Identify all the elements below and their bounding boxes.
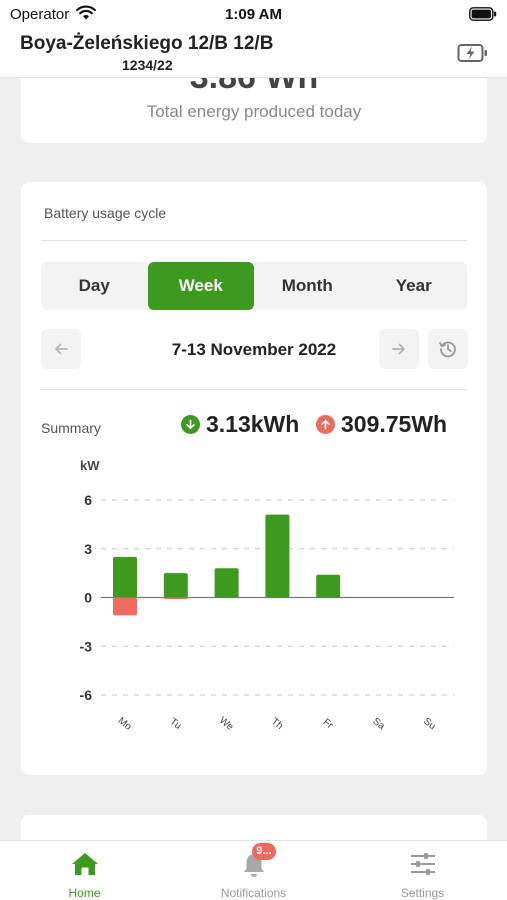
- bar: [163, 597, 188, 600]
- next-period-button[interactable]: [379, 329, 419, 369]
- bar: [265, 514, 290, 598]
- battery-usage-card: Battery usage cycle Day Week Month Year …: [21, 182, 487, 775]
- y-tick-label: -3: [80, 638, 93, 654]
- battery-usage-chart: kW 6 3 0 -3 -6 Mo Tu We Th Fr Sa Su: [80, 458, 454, 733]
- home-icon: [0, 851, 169, 877]
- app-header: Boya-Żeleńskiego 12/B 12/B 1234/22: [0, 28, 507, 78]
- bar: [214, 568, 239, 598]
- history-icon: [439, 341, 456, 358]
- discharge-up-icon: [316, 415, 335, 434]
- clock: 1:09 AM: [225, 6, 282, 23]
- tab-home-label: Home: [68, 886, 101, 900]
- y-tick-label: 0: [84, 590, 92, 606]
- history-button[interactable]: [428, 329, 468, 369]
- notifications-badge: 9...: [252, 843, 276, 860]
- tab-settings[interactable]: Settings: [338, 841, 507, 900]
- bar: [316, 574, 341, 598]
- divider: [41, 240, 467, 241]
- x-tick-label: Fr: [321, 717, 336, 732]
- tab-home[interactable]: Home: [0, 841, 169, 900]
- x-tick-label: Th: [269, 716, 285, 732]
- energy-total-caption: Total energy produced today: [146, 102, 362, 121]
- bar: [113, 597, 137, 616]
- period-selector: Day Week Month Year: [41, 262, 467, 310]
- period-year[interactable]: Year: [361, 262, 468, 310]
- summary-charged-value: 3.13kWh: [206, 411, 300, 437]
- x-tick-label: Mo: [116, 715, 134, 732]
- period-month[interactable]: Month: [254, 262, 361, 310]
- tab-notifications[interactable]: 9... Notifications: [169, 841, 338, 900]
- sliders-icon: [338, 851, 507, 877]
- y-tick-label: -6: [80, 687, 93, 703]
- x-tick-label: We: [217, 715, 236, 733]
- period-week[interactable]: Week: [147, 262, 254, 310]
- site-title: Boya-Żeleńskiego 12/B 12/B: [20, 33, 274, 54]
- divider: [41, 389, 467, 390]
- status-bar: Operator 1:09 AM: [0, 0, 507, 28]
- card-title: Battery usage cycle: [44, 205, 167, 221]
- bar: [113, 556, 137, 598]
- bar: [163, 573, 188, 598]
- tab-settings-label: Settings: [400, 886, 445, 900]
- x-tick-label: Su: [421, 716, 437, 732]
- tab-notifications-label: Notifications: [220, 886, 287, 900]
- y-tick-label: 6: [84, 492, 92, 508]
- y-axis-label: kW: [80, 458, 100, 473]
- charge-down-icon: [181, 415, 200, 434]
- tab-bar: Home 9... Notifications Settings: [0, 840, 507, 900]
- battery-icon: [469, 7, 497, 26]
- site-subtitle: 1234/22: [122, 57, 173, 73]
- period-day[interactable]: Day: [41, 262, 148, 310]
- y-tick-label: 3: [84, 541, 92, 557]
- arrow-right-icon: [392, 343, 405, 355]
- summary-label: Summary: [41, 420, 101, 436]
- x-tick-label: Sa: [370, 716, 387, 732]
- x-tick-label: Tu: [167, 716, 183, 732]
- charging-icon[interactable]: [457, 40, 489, 66]
- summary-discharged-value: 309.75Wh: [341, 411, 448, 437]
